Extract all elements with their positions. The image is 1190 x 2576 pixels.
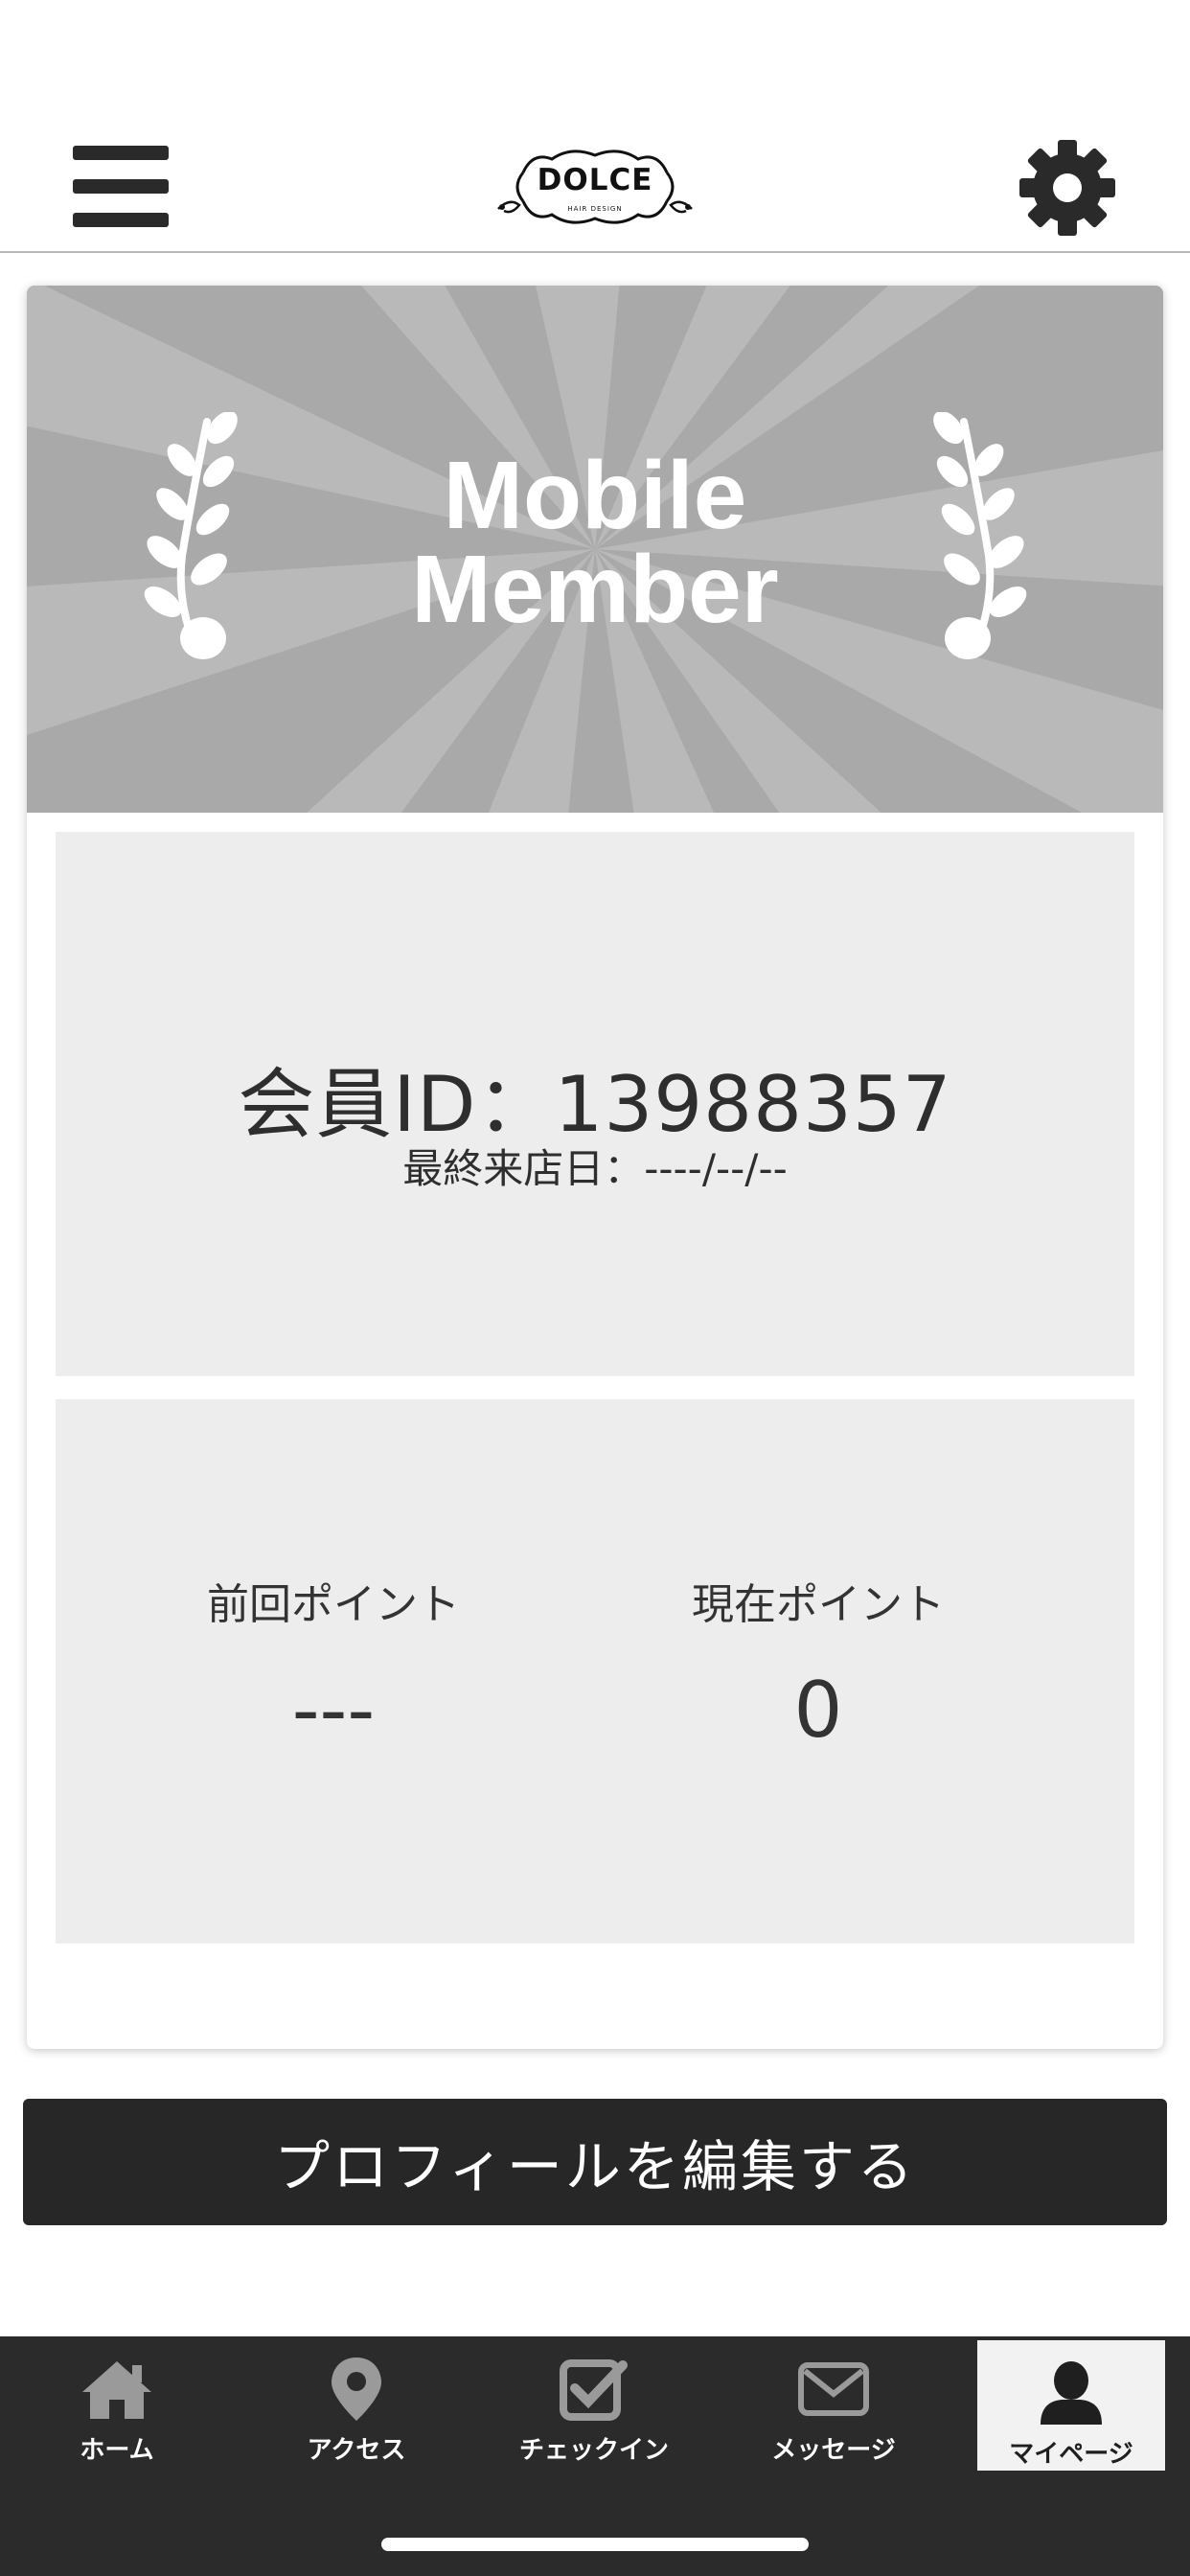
member-card: Mobile Member 会員ID：13988357 最終来店日：----/-… <box>27 286 1163 2049</box>
envelope-icon <box>798 2362 869 2416</box>
brand-logo[interactable]: DOLCE HAIR DESIGN <box>494 134 696 240</box>
current-points-label: 現在ポイント <box>692 1580 945 1629</box>
tab-message-label: メッセージ <box>771 2436 896 2465</box>
previous-points-value: --- <box>291 1666 376 1755</box>
current-points: 現在ポイント 0 <box>579 1570 1058 1755</box>
tab-mypage-label: マイページ <box>1009 2440 1133 2469</box>
previous-points-label: 前回ポイント <box>207 1580 460 1629</box>
home-icon <box>82 2361 151 2419</box>
edit-profile-button[interactable]: プロフィールを編集する <box>23 2099 1167 2225</box>
tab-mypage[interactable]: マイページ <box>977 2340 1165 2471</box>
last-visit-date: 最終来店日：----/--/-- <box>402 1145 788 1192</box>
member-id-panel: 会員ID：13988357 最終来店日：----/--/-- <box>56 832 1134 1376</box>
previous-points: 前回ポイント --- <box>94 1570 573 1755</box>
tab-access-label: アクセス <box>307 2436 406 2465</box>
person-icon <box>1041 2361 1102 2425</box>
logo-subtext: HAIR DESIGN <box>567 205 623 213</box>
tab-access[interactable]: アクセス <box>263 2336 450 2471</box>
current-points-value: 0 <box>793 1666 843 1755</box>
mobile-member-banner: Mobile Member <box>27 286 1163 813</box>
app-header: DOLCE HAIR DESIGN <box>0 125 1190 253</box>
tab-checkin[interactable]: チェックイン <box>500 2336 688 2471</box>
tab-checkin-label: チェックイン <box>518 2436 669 2465</box>
tab-home-label: ホーム <box>80 2436 154 2465</box>
laurel-right-icon <box>933 412 1027 659</box>
tab-message[interactable]: メッセージ <box>740 2336 927 2471</box>
home-indicator[interactable] <box>381 2538 809 2551</box>
tab-home[interactable]: ホーム <box>23 2336 211 2471</box>
settings-gear-icon[interactable] <box>1018 138 1117 238</box>
checkbox-icon <box>560 2359 628 2421</box>
hamburger-menu-icon[interactable] <box>73 146 169 228</box>
points-panel: 前回ポイント --- 現在ポイント 0 <box>56 1399 1134 1944</box>
map-pin-icon <box>332 2358 381 2421</box>
logo-text: DOLCE <box>537 163 653 197</box>
